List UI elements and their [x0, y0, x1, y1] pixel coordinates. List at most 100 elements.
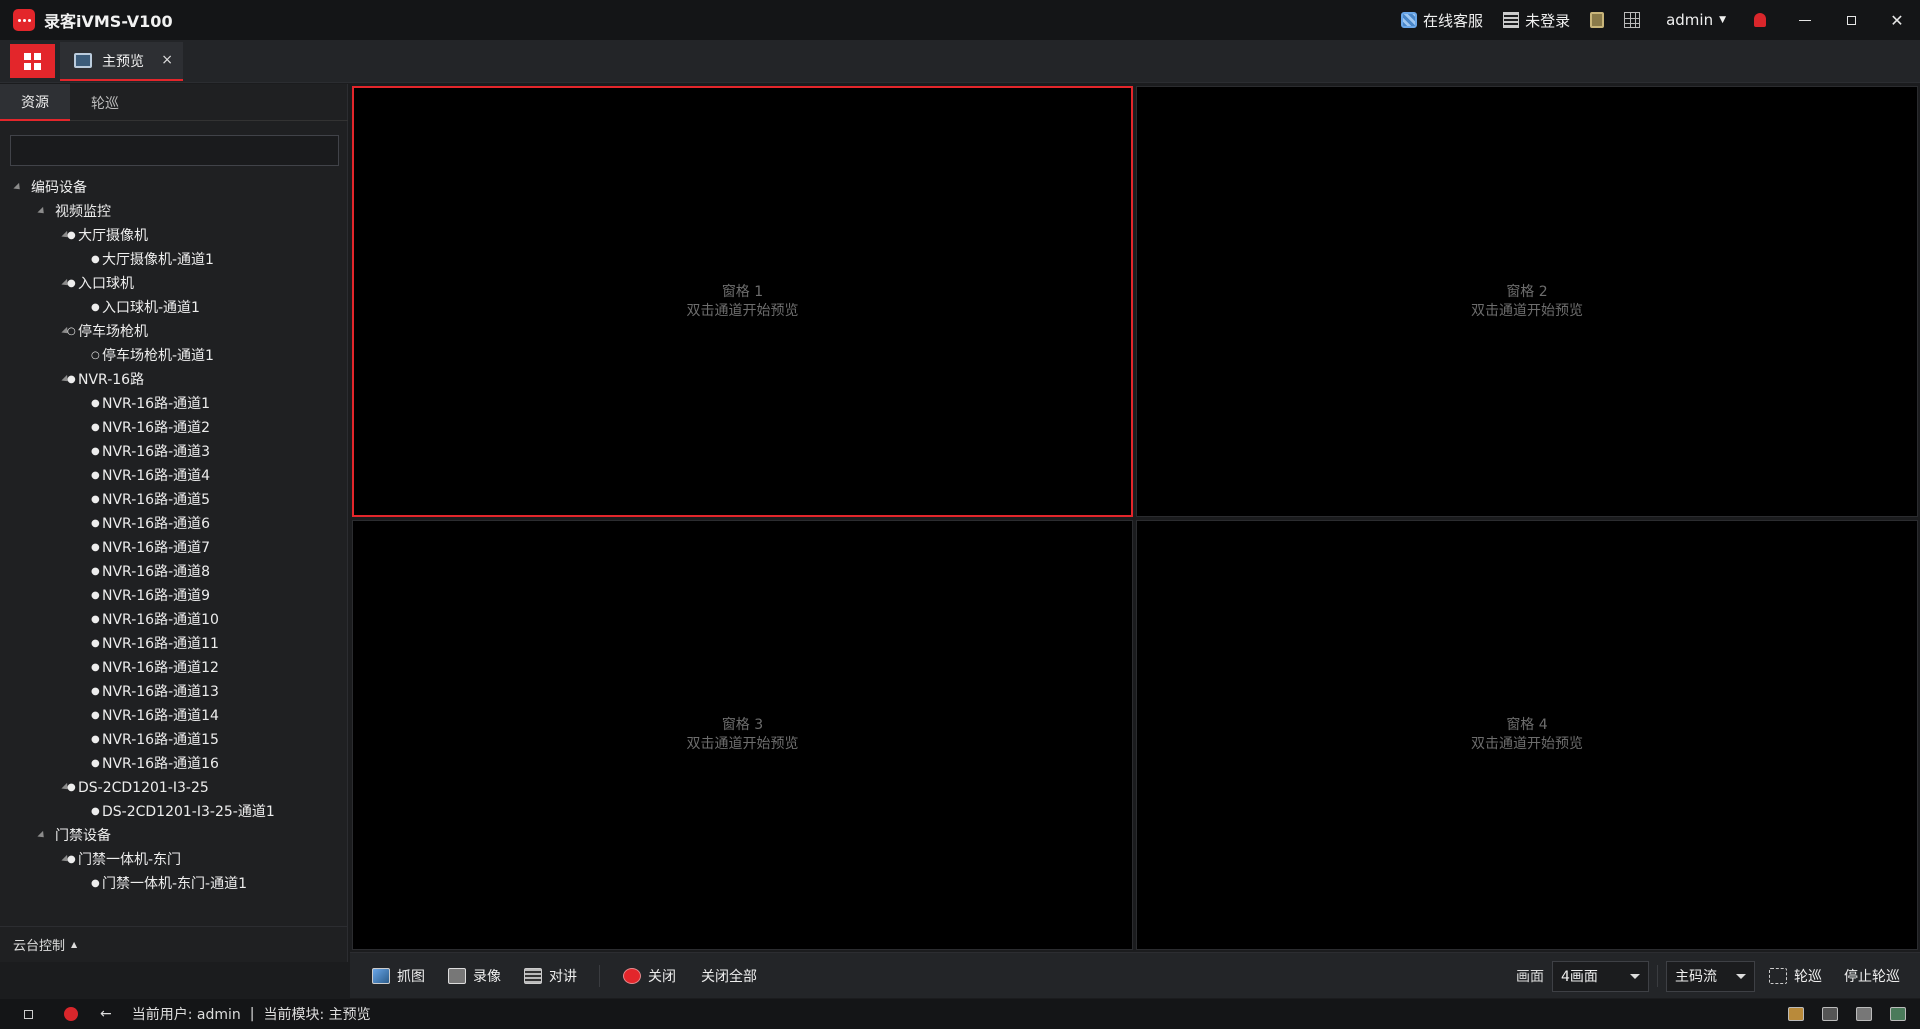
pane-title: 窗格 2 [1506, 283, 1548, 300]
minimize-icon [1799, 19, 1811, 21]
maximize-icon [1846, 15, 1856, 25]
tree-node[interactable]: ○ 停车场枪机 [0, 320, 348, 344]
tree-node-label: 门禁一体机-东门 [78, 852, 182, 868]
tab-bar: 主预览 × [0, 40, 1920, 83]
main-menu-button[interactable] [10, 44, 55, 78]
tree-node[interactable]: ○ 停车场枪机-通道1 [0, 344, 348, 368]
tree-node[interactable]: ● NVR-16路-通道1 [0, 392, 348, 416]
tree-node-label: 大厅摄像机 [78, 228, 148, 244]
tree-node[interactable]: ● NVR-16路-通道16 [0, 752, 348, 776]
close-icon: ✕ [1890, 10, 1904, 30]
back-arrow-icon[interactable]: ← [100, 1006, 112, 1022]
toolbar-right: 画面 4画面 主码流 轮巡 停止轮巡 [1516, 953, 1920, 999]
talk-button[interactable]: 对讲 [524, 966, 577, 986]
tree-node[interactable]: 编码设备 [0, 176, 348, 200]
snapshot-button[interactable]: 抓图 [372, 966, 425, 986]
pane-hint: 双击通道开始预览 [686, 302, 799, 319]
tree-node[interactable]: ● NVR-16路-通道10 [0, 608, 348, 632]
tree-node[interactable]: ● NVR-16路 [0, 368, 348, 392]
tree-node[interactable]: ● NVR-16路-通道5 [0, 488, 348, 512]
maximize-button[interactable] [1828, 0, 1874, 40]
status-dot-icon: ● [91, 518, 100, 529]
video-pane-3[interactable]: 窗格 3 双击通道开始预览 [352, 520, 1133, 950]
tree-node[interactable]: ● 大厅摄像机 [0, 224, 348, 248]
status-bar: ← 当前用户: admin | 当前模块: 主预览 [0, 999, 1920, 1029]
expand-triangle-icon[interactable] [37, 830, 47, 841]
preview-toolbar: 抓图 录像 对讲 关闭 关闭全部 画面 4画面 主码流 轮巡 停止轮巡 [350, 952, 1920, 998]
user-menu[interactable]: admin ▼ [1666, 11, 1726, 29]
tab-resources[interactable]: 资源 [0, 84, 70, 121]
tree-node[interactable]: ● NVR-16路-通道15 [0, 728, 348, 752]
save-icon[interactable] [1856, 1007, 1872, 1021]
tree-node[interactable]: ● 大厅摄像机-通道1 [0, 248, 348, 272]
layout-grid-button[interactable] [1624, 12, 1641, 28]
device-icon[interactable] [1788, 1007, 1804, 1021]
clipboard-button[interactable] [1590, 12, 1605, 28]
tree-node[interactable]: ● NVR-16路-通道3 [0, 440, 348, 464]
tree-node-label: 入口球机-通道1 [102, 300, 200, 316]
expand-triangle-icon[interactable] [13, 182, 23, 193]
search-input[interactable] [10, 135, 339, 166]
pane-title: 窗格 3 [721, 717, 764, 733]
tree-node[interactable]: ● NVR-16路-通道14 [0, 704, 348, 728]
monitor-icon[interactable] [1890, 1007, 1906, 1021]
tree-node-label: NVR-16路-通道1 [102, 396, 211, 412]
tree-node[interactable]: ● 入口球机 [0, 272, 348, 296]
video-pane-4[interactable]: 窗格 4 双击通道开始预览 [1136, 520, 1918, 950]
tree-node[interactable]: ● NVR-16路-通道2 [0, 416, 348, 440]
minimize-button[interactable] [1782, 0, 1828, 40]
tree-node-label: NVR-16路-通道14 [102, 708, 219, 724]
tree-node[interactable]: ● NVR-16路-通道8 [0, 560, 348, 584]
record-button[interactable]: 录像 [448, 966, 501, 986]
tab-patrol[interactable]: 轮巡 [70, 84, 140, 121]
tree-node[interactable]: ● NVR-16路-通道6 [0, 512, 348, 536]
video-pane-1[interactable]: 窗格 1 双击通道开始预览 [352, 86, 1133, 517]
tree-node-label: 大厅摄像机-通道1 [102, 252, 214, 268]
video-pane-2[interactable]: 窗格 2 双击通道开始预览 [1136, 86, 1918, 517]
tree-node[interactable]: ● 门禁一体机-东门-通道1 [0, 872, 348, 896]
tree-node[interactable]: ● DS-2CD1201-I3-25-通道1 [0, 800, 348, 824]
close-window-button[interactable]: ✕ [1874, 0, 1920, 40]
tree-node[interactable]: ● DS-2CD1201-I3-25 [0, 776, 348, 800]
stop-patrol-button[interactable]: 停止轮巡 [1844, 966, 1900, 986]
expand-triangle-icon[interactable] [37, 206, 47, 217]
tree-node[interactable]: ● NVR-16路-通道9 [0, 584, 348, 608]
tree-node[interactable]: 门禁设备 [0, 824, 348, 848]
status-dot-icon: ● [91, 254, 100, 265]
close-pane-button[interactable]: 关闭 [623, 966, 676, 986]
tree-node-label: NVR-16路-通道10 [102, 612, 219, 628]
status-dot-icon: ○ [91, 350, 100, 361]
tree-node[interactable]: ● NVR-16路-通道12 [0, 656, 348, 680]
status-dot-icon: ● [91, 806, 100, 817]
tab-close-icon[interactable]: × [161, 52, 173, 68]
tree-node[interactable]: ● NVR-16路-通道13 [0, 680, 348, 704]
tree-node[interactable]: ● NVR-16路-通道11 [0, 632, 348, 656]
tab-main-preview[interactable]: 主预览 × [60, 42, 183, 81]
monitor-icon [74, 53, 92, 68]
document-icon [1503, 12, 1520, 28]
square-icon[interactable] [24, 1009, 33, 1019]
login-status-button[interactable]: 未登录 [1503, 10, 1570, 31]
tree-node-label: 门禁一体机-东门-通道1 [102, 876, 248, 892]
tree-node-label: NVR-16路-通道13 [102, 684, 219, 700]
layout-select[interactable]: 4画面 [1552, 960, 1649, 992]
online-support-button[interactable]: 在线客服 [1401, 10, 1483, 31]
patrol-button[interactable]: 轮巡 [1769, 966, 1822, 986]
layout-icon[interactable] [1822, 1007, 1838, 1021]
tree-node[interactable]: ● NVR-16路-通道7 [0, 536, 348, 560]
stream-select[interactable]: 主码流 [1666, 960, 1755, 992]
status-dot-icon: ● [91, 494, 100, 505]
tree-node[interactable]: ● 门禁一体机-东门 [0, 848, 348, 872]
status-dot-icon: ● [91, 878, 100, 889]
alarm-icon[interactable] [64, 1007, 78, 1021]
tree-node[interactable]: 视频监控 [0, 200, 348, 224]
ptz-control-toggle[interactable]: 云台控制 ▲ [0, 926, 348, 962]
toolbar-divider [1657, 965, 1658, 987]
alarm-button[interactable] [1754, 13, 1766, 27]
tree-node[interactable]: ● 入口球机-通道1 [0, 296, 348, 320]
tree-node[interactable]: ● NVR-16路-通道4 [0, 464, 348, 488]
tree-node-label: NVR-16路-通道5 [102, 492, 211, 508]
status-dot-icon: ● [91, 710, 100, 721]
pane-title: 窗格 1 [721, 283, 764, 300]
close-all-button[interactable]: 关闭全部 [701, 966, 757, 986]
